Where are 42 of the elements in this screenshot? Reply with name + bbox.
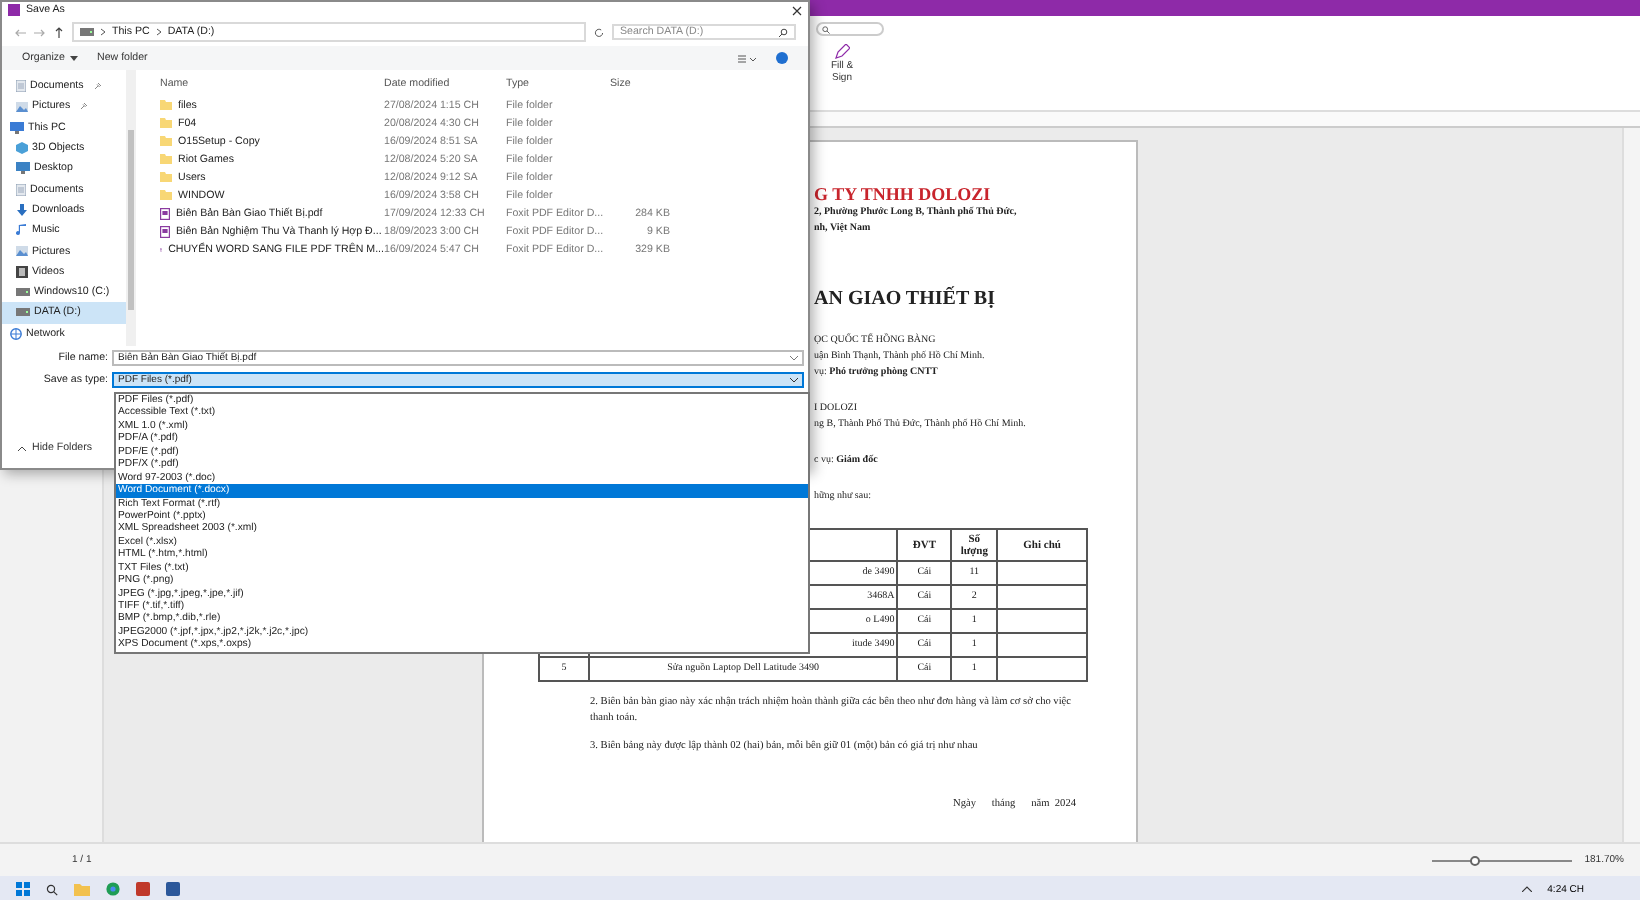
app-icon	[8, 4, 20, 16]
down-arrow-icon	[16, 203, 28, 216]
help-icon[interactable]	[776, 52, 788, 64]
forward-arrow-icon[interactable]	[34, 27, 46, 37]
scrollbar[interactable]	[1622, 128, 1640, 842]
pin-icon	[93, 82, 102, 91]
caret-icon	[790, 377, 798, 383]
search-icon	[778, 27, 788, 37]
caret-icon	[790, 355, 798, 361]
search-field[interactable]	[816, 22, 884, 36]
drive-icon	[80, 28, 94, 36]
picture-icon	[16, 101, 28, 112]
refresh-icon[interactable]	[594, 27, 604, 37]
caret-up-icon	[18, 445, 26, 451]
music-note-icon	[16, 224, 28, 237]
document-icon	[16, 80, 26, 93]
up-arrow-icon[interactable]	[54, 26, 64, 38]
chevron-icon	[100, 28, 106, 36]
caret-icon	[69, 55, 77, 61]
back-arrow-icon[interactable]	[14, 27, 26, 37]
windows-logo-icon[interactable]	[16, 882, 30, 896]
close-icon[interactable]	[792, 5, 802, 15]
document-icon	[16, 183, 26, 196]
monitor-icon	[10, 121, 24, 134]
search-icon[interactable]	[46, 883, 58, 895]
pin-icon	[80, 102, 89, 111]
film-icon	[16, 265, 28, 278]
document-text: G TY TNHH DOLOZI	[814, 182, 993, 206]
search-icon	[822, 25, 830, 33]
zoom-thumb[interactable]	[1470, 855, 1481, 865]
document-text: AN GIAO THIẾT BỊ	[814, 286, 997, 314]
browser-icon[interactable]	[106, 882, 120, 896]
drive-icon	[16, 288, 30, 297]
caret-up-icon[interactable]	[1521, 886, 1532, 892]
pen-icon	[834, 44, 850, 60]
network-icon	[10, 327, 22, 340]
drive-icon	[16, 308, 30, 317]
scrollbar[interactable]	[126, 70, 136, 346]
monitor-icon	[16, 162, 30, 175]
chevron-icon	[155, 28, 162, 36]
picture-icon	[16, 246, 28, 257]
cube-icon	[16, 142, 28, 155]
